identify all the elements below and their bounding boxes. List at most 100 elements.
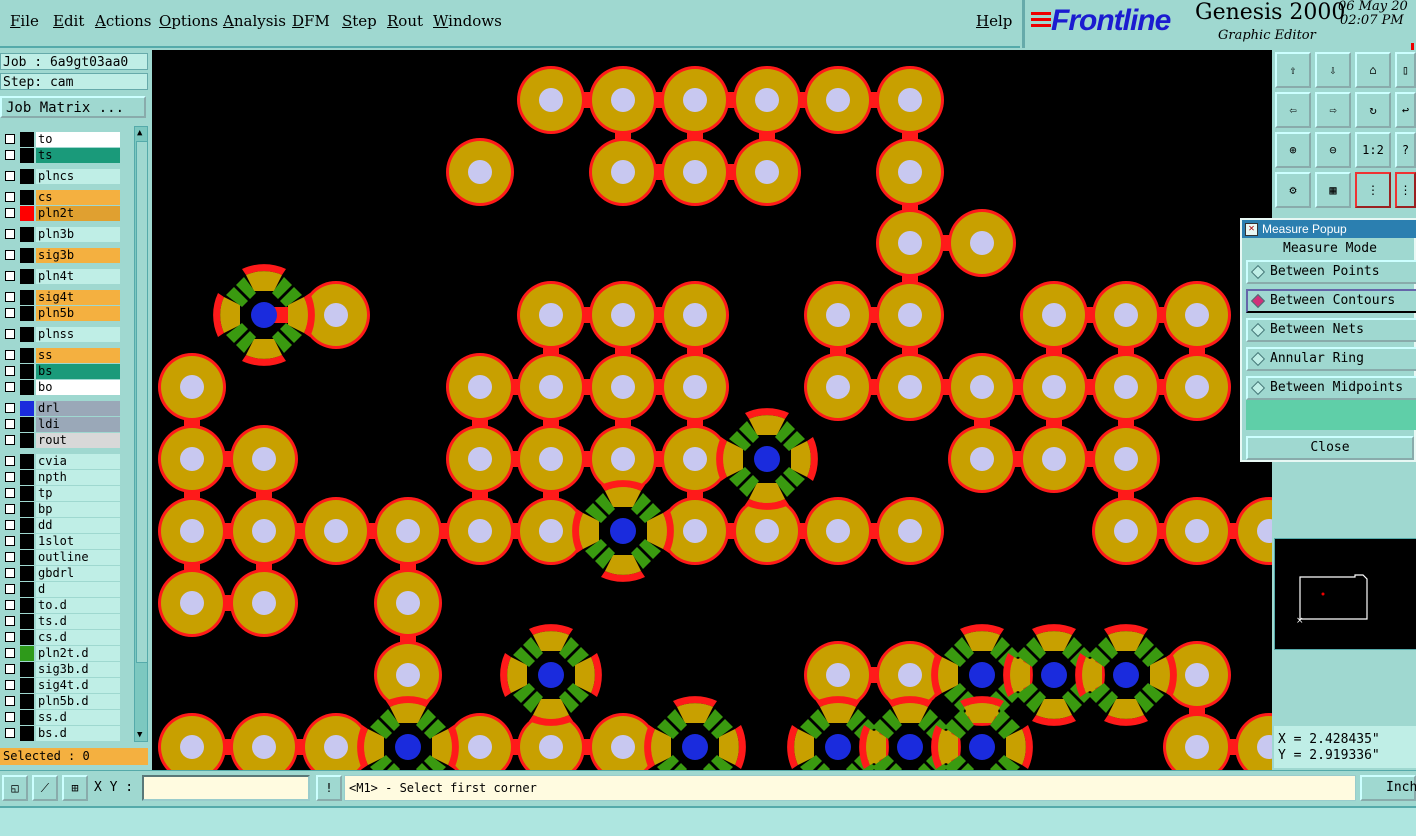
layer-row[interactable]: to.d xyxy=(2,598,120,613)
job-matrix-button[interactable]: Job Matrix ... xyxy=(0,96,146,118)
layer-name[interactable]: pln5b xyxy=(36,306,120,321)
layer-checkbox[interactable] xyxy=(5,134,15,144)
layer-color-swatch[interactable] xyxy=(20,290,34,305)
layer-checkbox[interactable] xyxy=(5,171,15,181)
layer-name[interactable]: sig4t xyxy=(36,290,120,305)
layer-color-swatch[interactable] xyxy=(20,148,34,163)
layer-row[interactable]: bp xyxy=(2,502,120,517)
menu-edit[interactable]: Edit xyxy=(53,12,84,30)
layer-name[interactable]: pln3b xyxy=(36,227,120,242)
layer-name[interactable]: to.d xyxy=(36,598,120,613)
layer-color-swatch[interactable] xyxy=(20,433,34,448)
layer-name[interactable]: plncs xyxy=(36,169,120,184)
layer-checkbox[interactable] xyxy=(5,229,15,239)
layer-row[interactable]: bs.d xyxy=(2,726,120,741)
layer-checkbox[interactable] xyxy=(5,520,15,530)
grid-icon[interactable]: ▦ xyxy=(1315,172,1351,208)
layer-name[interactable]: gbdrl xyxy=(36,566,120,581)
layer-checkbox[interactable] xyxy=(5,329,15,339)
snap-icon[interactable]: ⋮ xyxy=(1355,172,1391,208)
layer-checkbox[interactable] xyxy=(5,696,15,706)
pcb-drawing[interactable] xyxy=(152,50,1272,770)
window-icon[interactable]: ▯ xyxy=(1395,52,1416,88)
scroll-down-icon[interactable]: ▼ xyxy=(137,730,142,740)
layer-checkbox[interactable] xyxy=(5,292,15,302)
zoom-out-icon[interactable]: ⊖ xyxy=(1315,132,1351,168)
scroll-up-icon[interactable]: ▲ xyxy=(137,128,142,138)
layer-name[interactable]: cvia xyxy=(36,454,120,469)
layer-color-swatch[interactable] xyxy=(20,550,34,565)
option-between-points[interactable]: Between Points xyxy=(1246,260,1416,284)
home-icon[interactable]: ⌂ xyxy=(1355,52,1391,88)
layer-checkbox[interactable] xyxy=(5,600,15,610)
layer-color-swatch[interactable] xyxy=(20,694,34,709)
layer-checkbox[interactable] xyxy=(5,568,15,578)
layer-row[interactable]: drl xyxy=(2,401,120,416)
layer-checkbox[interactable] xyxy=(5,366,15,376)
pan-left-icon[interactable]: ⇦ xyxy=(1275,92,1311,128)
menu-step[interactable]: Step xyxy=(342,12,377,30)
layer-row[interactable]: npth xyxy=(2,470,120,485)
pan-down-icon[interactable]: ⇩ xyxy=(1315,52,1351,88)
layer-color-swatch[interactable] xyxy=(20,630,34,645)
layer-checkbox[interactable] xyxy=(5,472,15,482)
layer-color-swatch[interactable] xyxy=(20,518,34,533)
layer-checkbox[interactable] xyxy=(5,504,15,514)
zoom-back-icon[interactable]: ↩ xyxy=(1395,92,1416,128)
layer-color-swatch[interactable] xyxy=(20,582,34,597)
layer-color-swatch[interactable] xyxy=(20,190,34,205)
layer-name[interactable]: ts xyxy=(36,148,120,163)
layer-row[interactable]: 1slot xyxy=(2,534,120,549)
layer-color-swatch[interactable] xyxy=(20,348,34,363)
settings-icon[interactable]: ⚙ xyxy=(1275,172,1311,208)
layer-checkbox[interactable] xyxy=(5,208,15,218)
layer-row[interactable]: pln2t.d xyxy=(2,646,120,661)
layer-checkbox[interactable] xyxy=(5,250,15,260)
close-icon[interactable]: ✕ xyxy=(1245,223,1258,236)
layer-checkbox[interactable] xyxy=(5,728,15,738)
layer-row[interactable]: plncs xyxy=(2,169,120,184)
layer-color-swatch[interactable] xyxy=(20,454,34,469)
menu-dfm[interactable]: DFM xyxy=(292,12,330,30)
close-button[interactable]: Close xyxy=(1246,436,1414,460)
layer-color-swatch[interactable] xyxy=(20,206,34,221)
menu-file[interactable]: File xyxy=(10,12,39,30)
layer-color-swatch[interactable] xyxy=(20,534,34,549)
layer-row[interactable]: sig3b xyxy=(2,248,120,263)
layer-row[interactable]: pln5b.d xyxy=(2,694,120,709)
layer-name[interactable]: rout xyxy=(36,433,120,448)
layer-name[interactable]: 1slot xyxy=(36,534,120,549)
layer-name[interactable]: bo xyxy=(36,380,120,395)
layer-color-swatch[interactable] xyxy=(20,132,34,147)
line-mode-icon[interactable]: ⟋ xyxy=(32,775,58,801)
layer-row[interactable]: cs xyxy=(2,190,120,205)
layer-color-swatch[interactable] xyxy=(20,646,34,661)
layer-name[interactable]: bs xyxy=(36,364,120,379)
layer-row[interactable]: outline xyxy=(2,550,120,565)
net-icon[interactable]: ⋮ xyxy=(1395,172,1416,208)
xy-input[interactable] xyxy=(142,775,310,801)
layer-row[interactable]: pln4t xyxy=(2,269,120,284)
layer-row[interactable]: ts.d xyxy=(2,614,120,629)
layer-color-swatch[interactable] xyxy=(20,306,34,321)
layer-color-swatch[interactable] xyxy=(20,710,34,725)
layer-row[interactable]: plnss xyxy=(2,327,120,342)
layer-name[interactable]: pln5b.d xyxy=(36,694,120,709)
layer-name[interactable]: to xyxy=(36,132,120,147)
layer-name[interactable]: d xyxy=(36,582,120,597)
overview-map[interactable]: × xyxy=(1274,538,1416,650)
layer-row[interactable]: ss xyxy=(2,348,120,363)
pan-right-icon[interactable]: ⇨ xyxy=(1315,92,1351,128)
layer-checkbox[interactable] xyxy=(5,271,15,281)
layer-color-swatch[interactable] xyxy=(20,566,34,581)
layer-checkbox[interactable] xyxy=(5,680,15,690)
layer-color-swatch[interactable] xyxy=(20,401,34,416)
layer-color-swatch[interactable] xyxy=(20,364,34,379)
menu-options[interactable]: Options xyxy=(159,12,218,30)
layer-row[interactable]: to xyxy=(2,132,120,147)
layer-color-swatch[interactable] xyxy=(20,269,34,284)
layer-row[interactable]: cs.d xyxy=(2,630,120,645)
layer-checkbox[interactable] xyxy=(5,584,15,594)
layer-color-swatch[interactable] xyxy=(20,598,34,613)
menu-help[interactable]: Help xyxy=(976,12,1012,30)
